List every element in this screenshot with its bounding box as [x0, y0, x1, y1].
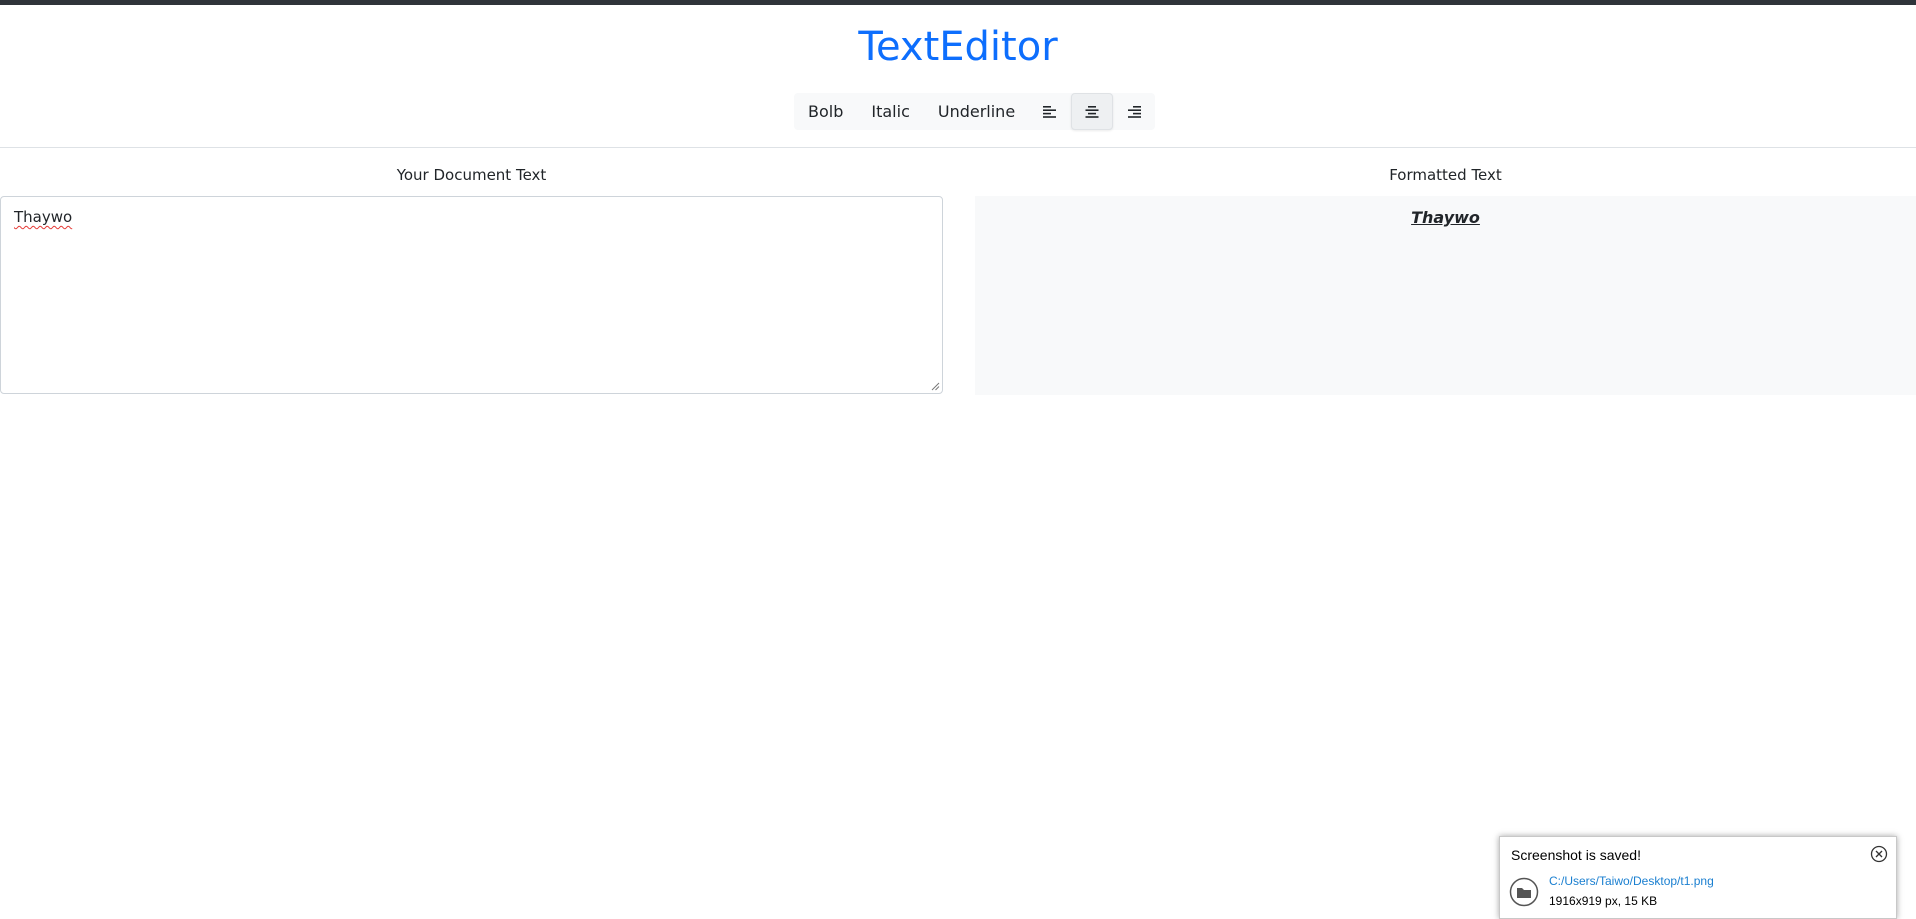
folder-icon [1509, 877, 1539, 907]
document-textarea[interactable]: Thaywo [0, 196, 943, 394]
toast-title: Screenshot is saved! [1511, 847, 1641, 863]
formatting-toolbar: Bolb Italic Underline [794, 93, 1156, 130]
app-title: TextEditor [858, 24, 1058, 70]
editor-label: Your Document Text [396, 166, 547, 184]
preview-label: Formatted Text [1389, 166, 1502, 184]
formatted-preview: Thaywo [975, 196, 1916, 395]
align-left-button[interactable] [1029, 93, 1071, 130]
screenshot-toast: Screenshot is saved! C:/Users/Taiwo/Desk… [1499, 836, 1897, 919]
align-center-icon [1085, 105, 1099, 118]
align-right-icon [1128, 105, 1142, 118]
align-center-button[interactable] [1071, 93, 1114, 130]
browser-top-strip [0, 0, 1916, 5]
formatted-text: Thaywo [1411, 208, 1480, 227]
saved-file-link[interactable]: C:/Users/Taiwo/Desktop/t1.png [1549, 874, 1714, 888]
align-right-button[interactable] [1113, 93, 1155, 130]
bold-button[interactable]: Bolb [794, 93, 857, 130]
italic-button[interactable]: Italic [857, 93, 923, 130]
file-meta: 1916x919 px, 15 KB [1549, 894, 1658, 908]
resize-grip-icon[interactable] [930, 381, 940, 391]
underline-button[interactable]: Underline [924, 93, 1029, 130]
document-text: Thaywo [14, 208, 73, 226]
header-divider [0, 147, 1916, 148]
align-left-icon [1043, 105, 1057, 118]
close-icon[interactable] [1870, 845, 1888, 863]
